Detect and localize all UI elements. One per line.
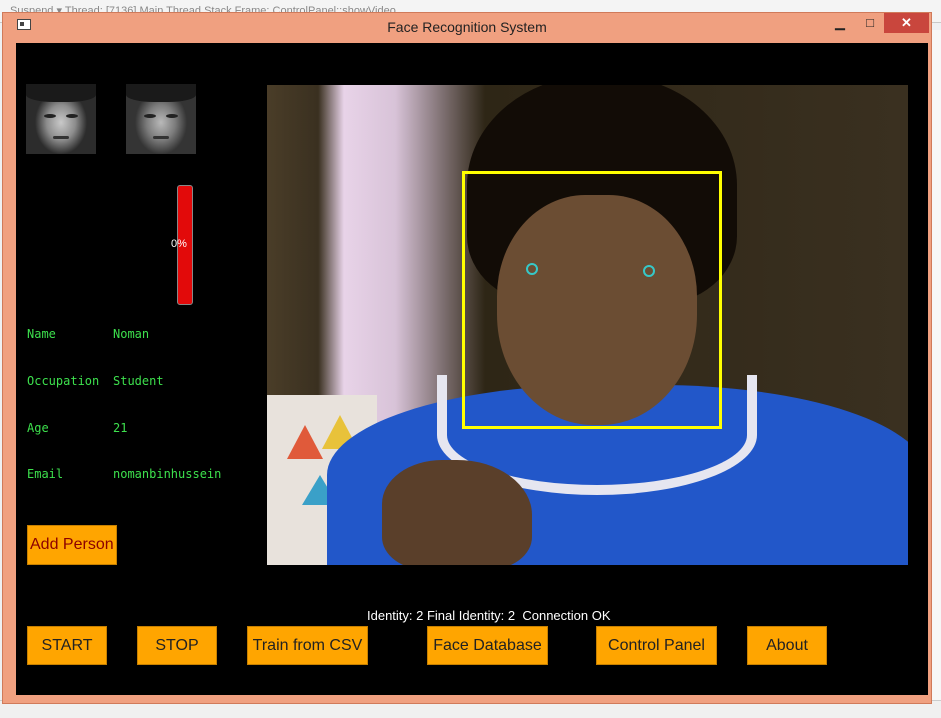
camera-feed: [267, 85, 908, 565]
status-text: Identity: 2 Final Identity: 2 Connection…: [367, 608, 611, 623]
client-area: 0% Name Noman Occupation Student Age 21 …: [16, 43, 928, 695]
email-label: Email: [27, 467, 64, 481]
detected-face-thumbnail: [26, 84, 96, 154]
app-window: Face Recognition System ▁ □ ✕ 0% Name No…: [2, 12, 932, 704]
minimize-button[interactable]: ▁: [825, 13, 855, 33]
start-button[interactable]: START: [27, 626, 107, 665]
age-value: 21: [113, 421, 128, 435]
occupation-label: Occupation: [27, 374, 100, 388]
face-detection-box: [462, 171, 722, 429]
train-from-csv-button[interactable]: Train from CSV: [247, 626, 368, 665]
name-value: Noman: [113, 327, 150, 341]
email-value: nomanbinhussein: [113, 467, 222, 481]
matched-face-thumbnail: [126, 84, 196, 154]
control-panel-button[interactable]: Control Panel: [596, 626, 717, 665]
about-button[interactable]: About: [747, 626, 827, 665]
age-label: Age: [27, 421, 49, 435]
stop-button[interactable]: STOP: [137, 626, 217, 665]
window-title: Face Recognition System: [387, 19, 547, 35]
right-eye-marker: [643, 265, 655, 277]
occupation-value: Student: [113, 374, 164, 388]
maximize-button[interactable]: □: [855, 13, 885, 33]
hand: [382, 460, 532, 565]
left-eye-marker: [526, 263, 538, 275]
face-database-button[interactable]: Face Database: [427, 626, 548, 665]
add-person-button[interactable]: Add Person: [27, 525, 117, 565]
match-meter-label: 0%: [171, 238, 187, 250]
close-button[interactable]: ✕: [884, 13, 929, 33]
name-label: Name: [27, 327, 56, 341]
title-bar[interactable]: Face Recognition System ▁ □ ✕: [3, 13, 931, 41]
